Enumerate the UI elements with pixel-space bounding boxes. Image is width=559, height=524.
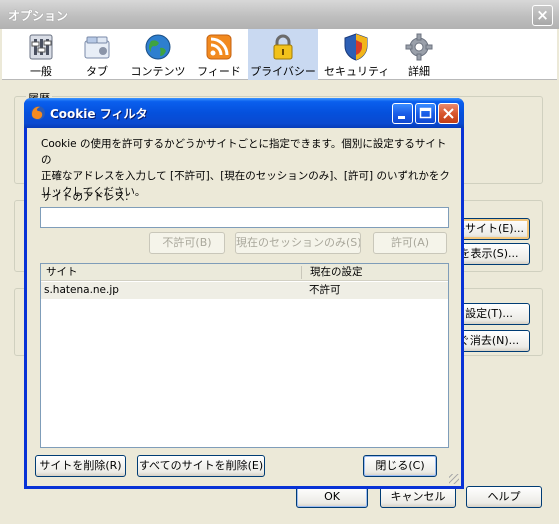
tab-tabs[interactable]: タブ <box>74 29 120 80</box>
help-button[interactable]: ヘルプ <box>466 486 542 508</box>
column-header-site[interactable]: サイト <box>41 264 301 281</box>
site-address-label: サイトのアドレス: <box>41 191 129 203</box>
options-titlebar[interactable]: オプション × <box>0 0 559 29</box>
options-toolbar: 一般 タブ コンテンツ フィード プライバシー セキュリティ 詳細 <box>2 29 557 80</box>
tab-feed-label: フィード <box>197 65 241 78</box>
tabs-icon <box>84 36 110 59</box>
row-site: s.hatena.ne.jp <box>44 284 119 296</box>
tab-general-label: 一般 <box>30 65 52 78</box>
dialog-titlebar[interactable]: Cookie フィルタ <box>24 98 464 128</box>
maximize-button[interactable] <box>415 103 436 124</box>
tab-security-label: セキュリティ <box>324 65 390 78</box>
content-icon <box>145 34 171 60</box>
tab-advanced[interactable]: 詳細 <box>396 29 442 80</box>
description-line: Cookie の使用を許可するかどうかサイトごとに指定できます。個別に設定するサ… <box>41 138 447 166</box>
table-row[interactable]: s.hatena.ne.jp 不許可 <box>41 282 448 299</box>
general-icon <box>29 34 53 60</box>
tab-general[interactable]: 一般 <box>18 29 64 80</box>
dialog-title: Cookie フィルタ <box>50 107 148 121</box>
dialog-close-button[interactable] <box>438 103 459 124</box>
feed-icon <box>206 34 232 60</box>
site-list-header: サイト 現在の設定 <box>41 264 448 281</box>
column-divider[interactable] <box>301 266 302 279</box>
maximize-icon <box>419 107 432 119</box>
tab-advanced-label: 詳細 <box>408 65 430 78</box>
resize-grip[interactable] <box>449 474 459 484</box>
ok-button[interactable]: OK <box>296 486 368 508</box>
allow-button[interactable]: 許可(A) <box>373 232 447 254</box>
tab-content[interactable]: コンテンツ <box>130 29 186 80</box>
remove-site-button[interactable]: サイトを削除(R) <box>35 455 126 477</box>
tab-privacy[interactable]: プライバシー <box>248 29 318 80</box>
options-window-title: オプション <box>8 9 69 23</box>
tab-security[interactable]: セキュリティ <box>324 29 390 80</box>
column-header-status[interactable]: 現在の設定 <box>305 264 448 281</box>
tab-privacy-label: プライバシー <box>250 65 316 78</box>
site-list[interactable]: サイト 現在の設定 s.hatena.ne.jp 不許可 <box>40 263 449 448</box>
tab-tabs-label: タブ <box>86 65 108 78</box>
close-icon <box>443 108 454 119</box>
security-shield-icon <box>344 33 368 61</box>
description-line: 正確なアドレスを入力して [不許可]、[現在のセッションのみ]、[許可] のいず… <box>41 170 450 182</box>
options-close-button[interactable]: × <box>532 5 553 26</box>
tab-content-label: コンテンツ <box>130 65 186 78</box>
minimize-icon <box>398 116 405 119</box>
minimize-button[interactable] <box>392 103 413 124</box>
site-address-input[interactable] <box>40 207 449 228</box>
cookie-filter-dialog: Cookie フィルタ Cookie の使用を許可するかどうかサイトごとに指定で… <box>24 98 464 489</box>
remove-all-sites-button[interactable]: すべてのサイトを削除(E) <box>137 455 265 477</box>
privacy-lock-icon <box>273 34 293 60</box>
dialog-body: Cookie の使用を許可するかどうかサイトごとに指定できます。個別に設定するサ… <box>27 128 461 486</box>
block-button[interactable]: 不許可(B) <box>149 232 225 254</box>
tab-feed[interactable]: フィード <box>194 29 244 80</box>
cancel-button[interactable]: キャンセル <box>380 486 456 508</box>
session-only-button[interactable]: 現在のセッションのみ(S) <box>235 232 361 254</box>
advanced-gear-icon <box>405 33 433 61</box>
row-status: 不許可 <box>309 284 341 296</box>
firefox-icon <box>31 106 45 120</box>
close-button[interactable]: 閉じる(C) <box>363 455 437 477</box>
